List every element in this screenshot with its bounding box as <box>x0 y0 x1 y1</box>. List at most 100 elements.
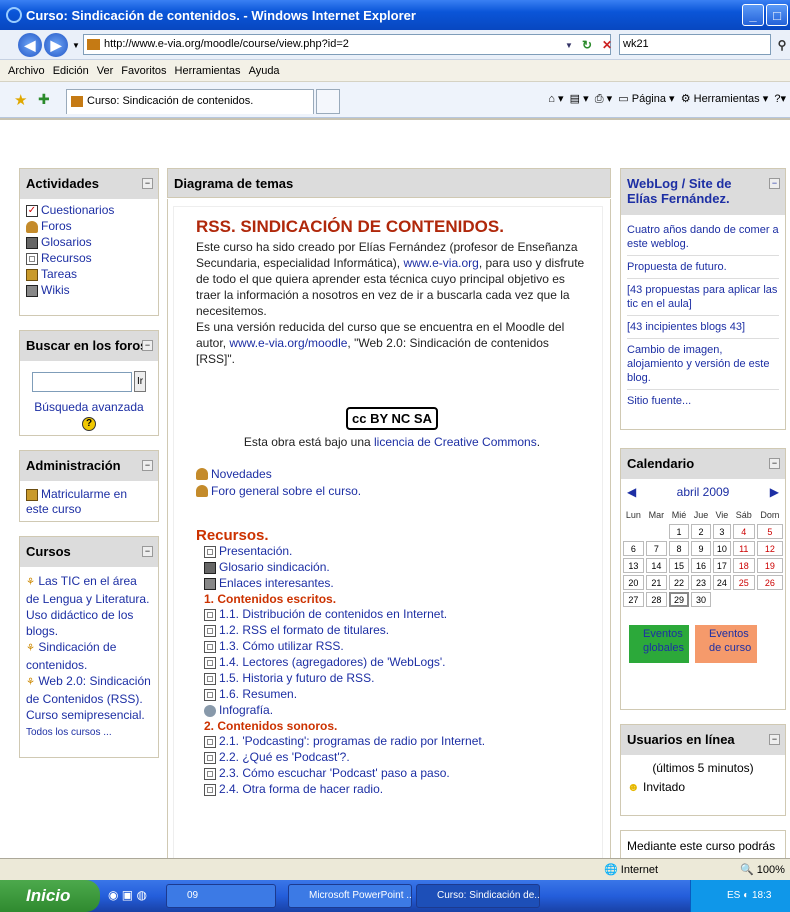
calendar-day[interactable]: 12 <box>756 541 783 556</box>
link-presentacion[interactable]: Presentación. <box>219 544 292 559</box>
calendar-day[interactable]: 1 <box>669 524 690 539</box>
calendar-day[interactable]: 26 <box>756 575 783 590</box>
weblog-item-4[interactable]: [43 incipientes blogs 43] <box>627 316 779 339</box>
add-favorite-icon[interactable]: ✚ <box>38 91 50 108</box>
link-foro-general[interactable]: Foro general sobre el curso. <box>211 483 361 499</box>
calendar-day[interactable]: 30 <box>691 592 712 607</box>
calendar-day[interactable]: 17 <box>713 558 731 573</box>
link-matricularme[interactable]: Matricularme en este curso <box>26 487 127 516</box>
url-dropdown-icon[interactable]: ▼ <box>560 36 578 54</box>
calendar-day[interactable]: 9 <box>691 541 712 556</box>
calendar-day[interactable]: 2 <box>691 524 712 539</box>
calendar-day[interactable]: 13 <box>623 558 644 573</box>
new-tab-button[interactable] <box>316 89 340 114</box>
print-icon[interactable]: ⎙ ▾ <box>595 93 612 105</box>
calendar-day[interactable]: 14 <box>645 558 668 573</box>
forward-button[interactable]: ▶ <box>44 33 68 57</box>
prev-month-icon[interactable]: ◀ <box>627 485 636 499</box>
collapse-icon[interactable]: − <box>769 458 780 469</box>
calendar-day[interactable]: 29 <box>669 592 690 607</box>
home-icon[interactable]: ⌂ ▾ <box>548 93 563 105</box>
calendar-day[interactable]: 15 <box>669 558 690 573</box>
calendar-day[interactable]: 20 <box>623 575 644 590</box>
back-button[interactable]: ◀ <box>18 33 42 57</box>
calendar-day[interactable]: 18 <box>732 558 755 573</box>
help-icon[interactable]: ? <box>82 417 96 431</box>
collapse-icon[interactable]: − <box>142 178 153 189</box>
link-1-5[interactable]: 1.5. Historia y futuro de RSS. <box>219 671 374 686</box>
evia-link[interactable]: www.e-via.org <box>403 256 478 270</box>
minimize-button[interactable]: _ <box>742 4 764 26</box>
weblog-item-5[interactable]: Cambio de imagen, alojamiento y versión … <box>627 339 779 390</box>
calendar-day[interactable]: 23 <box>691 575 712 590</box>
task-folder-09[interactable]: 09 <box>166 884 276 908</box>
weblog-item-1[interactable]: Cuatro años dando de comer a este weblog… <box>627 219 779 256</box>
weblog-item-6[interactable]: Sitio fuente... <box>627 390 779 412</box>
quick-launch-icons[interactable]: ◉ ▣ ◍ <box>108 888 147 902</box>
link-glosario[interactable]: Glosario sindicación. <box>219 560 330 575</box>
menu-edicion[interactable]: Edición <box>53 65 89 77</box>
link-glosarios[interactable]: Glosarios <box>41 235 92 250</box>
calendar-day[interactable]: 8 <box>669 541 690 556</box>
link-1-4[interactable]: 1.4. Lectores (agregadores) de 'WebLogs'… <box>219 655 446 670</box>
calendar-day[interactable]: 7 <box>645 541 668 556</box>
collapse-icon[interactable]: − <box>142 460 153 471</box>
advanced-search-link[interactable]: Búsqueda avanzada <box>34 400 143 414</box>
calendar-day[interactable]: 27 <box>623 592 644 607</box>
url-input[interactable]: http://www.e-via.org/moodle/course/view.… <box>83 34 611 55</box>
menu-archivo[interactable]: Archivo <box>8 65 45 77</box>
calendar-day[interactable]: 4 <box>732 524 755 539</box>
link-1-1[interactable]: 1.1. Distribución de contenidos en Inter… <box>219 607 447 622</box>
month-label[interactable]: abril 2009 <box>677 485 730 499</box>
evia-moodle-link[interactable]: www.e-via.org/moodle <box>229 336 347 350</box>
user-name[interactable]: Invitado <box>643 780 685 794</box>
calendar-day[interactable]: 16 <box>691 558 712 573</box>
menu-herramientas[interactable]: Herramientas <box>175 65 241 77</box>
calendar-day[interactable]: 5 <box>756 524 783 539</box>
calendar-day[interactable]: 10 <box>713 541 731 556</box>
link-novedades[interactable]: Novedades <box>211 466 272 482</box>
weblog-item-2[interactable]: Propuesta de futuro. <box>627 256 779 279</box>
collapse-icon[interactable]: − <box>769 178 780 189</box>
calendar-day[interactable]: 22 <box>669 575 690 590</box>
calendar-day[interactable]: 11 <box>732 541 755 556</box>
next-month-icon[interactable]: ▶ <box>770 485 779 499</box>
calendar-day[interactable]: 25 <box>732 575 755 590</box>
all-courses-link[interactable]: Todos los cursos ... <box>26 727 112 738</box>
collapse-icon[interactable]: − <box>142 340 153 351</box>
license-link[interactable]: licencia de Creative Commons <box>374 435 537 449</box>
refresh-icon[interactable]: ↻ <box>578 36 596 54</box>
go-button[interactable]: Ir <box>133 371 147 392</box>
link-wikis[interactable]: Wikis <box>41 283 70 298</box>
link-tareas[interactable]: Tareas <box>41 267 77 282</box>
creative-commons-logo[interactable]: cc BY NC SA <box>346 407 438 430</box>
link-2-3[interactable]: 2.3. Cómo escuchar 'Podcast' paso a paso… <box>219 766 450 781</box>
tools-menu[interactable]: ⚙ Herramientas ▾ <box>681 93 769 105</box>
stop-icon[interactable]: ✕ <box>598 36 616 54</box>
calendar-day[interactable]: 28 <box>645 592 668 607</box>
link-1-6[interactable]: 1.6. Resumen. <box>219 687 297 702</box>
forum-search-input[interactable] <box>31 371 132 392</box>
page-menu[interactable]: ▭ Página ▾ <box>618 93 674 105</box>
weblog-item-3[interactable]: [43 propuestas para aplicar las tic en e… <box>627 279 779 316</box>
calendar-day[interactable]: 24 <box>713 575 731 590</box>
search-input[interactable]: wk21 <box>619 34 771 55</box>
language-indicator[interactable]: ES <box>727 890 740 901</box>
link-2-2[interactable]: 2.2. ¿Qué es 'Podcast'?. <box>219 750 350 765</box>
link-enlaces[interactable]: Enlaces interesantes. <box>219 576 334 591</box>
link-2-1[interactable]: 2.1. 'Podcasting': programas de radio po… <box>219 734 485 749</box>
course-link-sindicacion[interactable]: Sindicación de contenidos. <box>26 640 116 672</box>
menu-favoritos[interactable]: Favoritos <box>121 65 166 77</box>
task-ie[interactable]: Curso: Sindicación de... <box>416 884 540 908</box>
link-infografia[interactable]: Infografía. <box>219 703 273 718</box>
course-link-tic[interactable]: Las TIC en el área de Lengua y Literatur… <box>26 574 149 638</box>
maximize-button[interactable]: □ <box>766 4 788 26</box>
calendar-day[interactable]: 19 <box>756 558 783 573</box>
menu-ayuda[interactable]: Ayuda <box>249 65 280 77</box>
link-cuestionarios[interactable]: Cuestionarios <box>41 203 114 218</box>
feeds-icon[interactable]: ▤ ▾ <box>570 93 589 105</box>
link-2-4[interactable]: 2.4. Otra forma de hacer radio. <box>219 782 383 797</box>
calendar-day[interactable]: 3 <box>713 524 731 539</box>
menu-ver[interactable]: Ver <box>97 65 114 77</box>
link-foros[interactable]: Foros <box>41 219 72 234</box>
